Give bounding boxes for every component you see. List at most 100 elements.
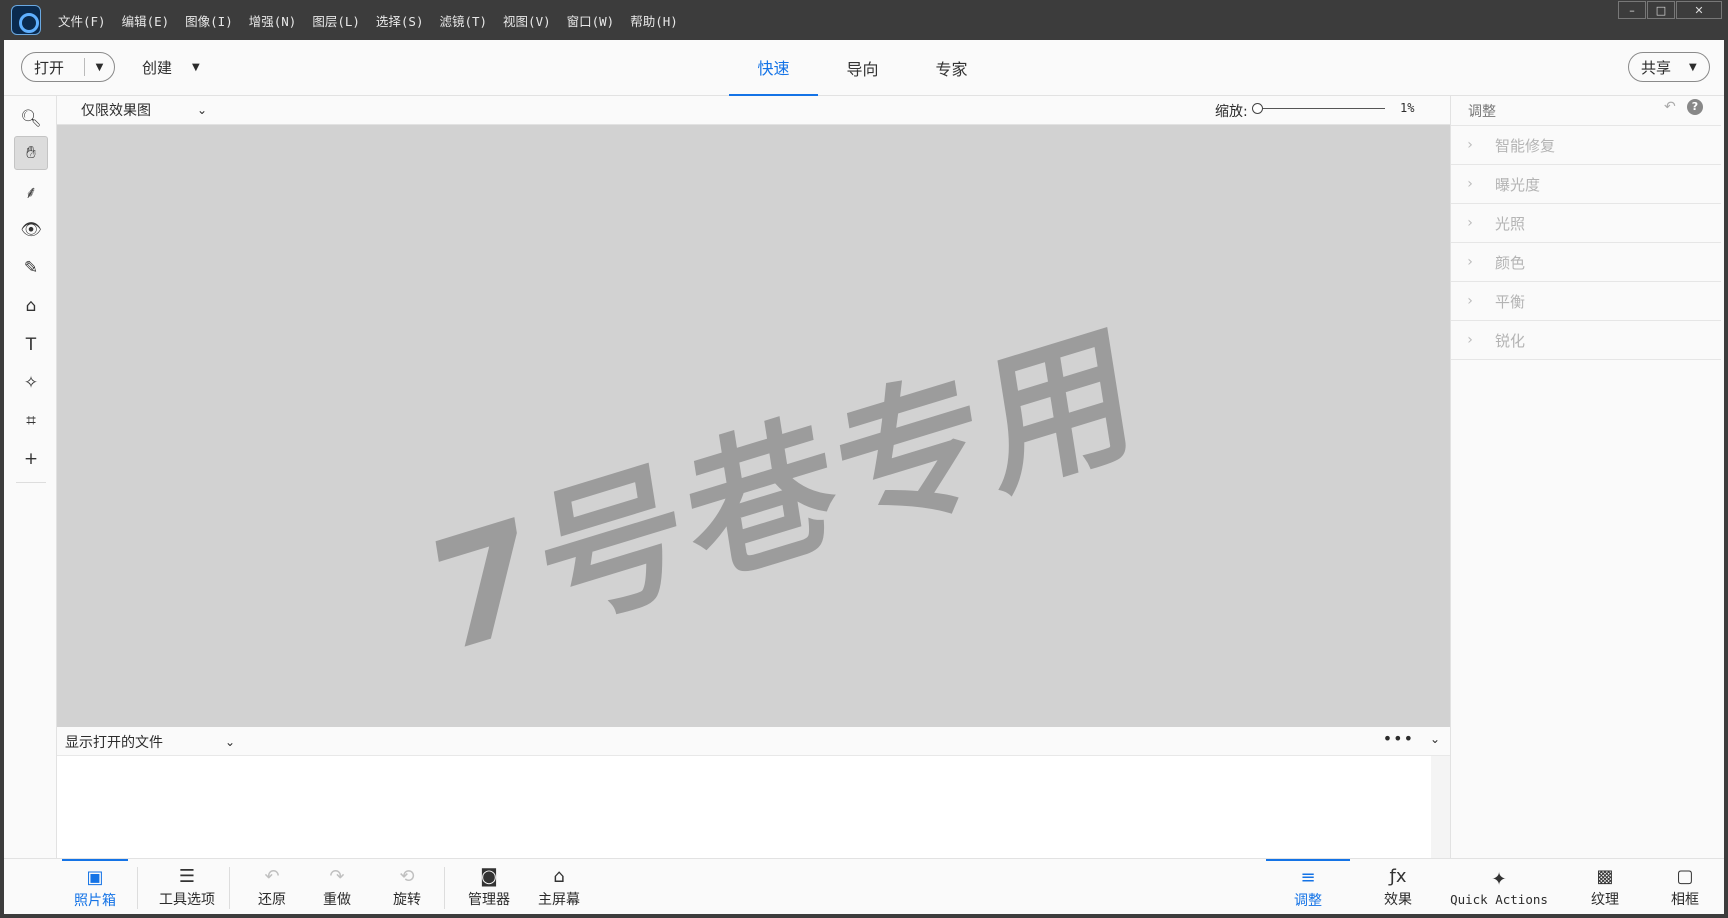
rotate-icon: ⟲ [399, 866, 415, 887]
bin-source-select[interactable]: 显示打开的文件 ⌄ [65, 732, 235, 752]
help-icon[interactable]: ? [1687, 99, 1703, 115]
tab-quick[interactable]: 快速 [729, 40, 818, 96]
rotate-button[interactable]: ⟲ 旋转 [382, 859, 432, 915]
watermark-text: 7号巷专用 [421, 300, 1152, 690]
adjustment-label: 智能修复 [1495, 136, 1556, 155]
app-logo-icon [11, 5, 41, 35]
zoom-slider-handle[interactable] [1252, 103, 1263, 114]
more-options-icon[interactable]: ••• [1383, 729, 1414, 748]
image-canvas[interactable]: 7号巷专用 [57, 125, 1450, 727]
whiten-teeth-tool-icon[interactable]: ✎ [14, 251, 48, 285]
redo-button[interactable]: ↷ 重做 [312, 859, 362, 915]
type-tool-icon[interactable]: T [14, 328, 48, 362]
open-button[interactable]: 打开 ▼ [21, 52, 115, 82]
menu-view[interactable]: 视图(V) [503, 11, 551, 30]
task-label: 旋转 [393, 892, 421, 908]
menu-image[interactable]: 图像(I) [185, 11, 233, 30]
menu-select[interactable]: 选择(S) [376, 11, 424, 30]
menu-help[interactable]: 帮助(H) [630, 11, 678, 30]
red-eye-tool-icon[interactable]: 👁︎ [14, 213, 48, 247]
adjustment-balance[interactable]: › 平衡 [1451, 282, 1721, 321]
chevron-right-icon: › [1467, 215, 1473, 231]
adjustment-lighting[interactable]: › 光照 [1451, 204, 1721, 243]
window-frame-right [1724, 40, 1728, 918]
undo-icon: ↶ [264, 866, 280, 887]
tool-options-button[interactable]: ☰ 工具选项 [147, 859, 227, 915]
task-label: 工具选项 [159, 892, 215, 908]
minimize-button[interactable]: – [1618, 1, 1646, 19]
tab-expert[interactable]: 专家 [907, 40, 996, 96]
adjustment-sharpen[interactable]: › 锐化 [1451, 321, 1721, 360]
maximize-button[interactable]: □ [1647, 1, 1675, 19]
move-tool-icon[interactable]: + [14, 442, 48, 476]
share-label: 共享 [1641, 58, 1672, 77]
close-button[interactable]: ✕ [1676, 1, 1722, 19]
chevron-down-icon[interactable]: ⌄ [197, 103, 207, 117]
organizer-button[interactable]: ◙ 管理器 [459, 859, 519, 915]
chevron-down-icon[interactable]: ⌄ [225, 735, 235, 749]
adjustments-panel: 调整 ↶ ? › 智能修复 › 曝光度 › 光照 › 颜色 › 平衡 › 锐化 [1450, 96, 1724, 858]
task-label: 管理器 [468, 892, 510, 908]
photo-bin-button[interactable]: ▣ 照片箱 [62, 859, 128, 915]
menu-enhance[interactable]: 增强(N) [249, 11, 297, 30]
share-dropdown-icon[interactable]: ▼ [1689, 62, 1697, 73]
spot-healing-tool-icon[interactable]: ⌂ [14, 289, 48, 323]
organizer-icon: ◙ [480, 866, 498, 887]
adjustment-label: 颜色 [1495, 253, 1526, 272]
zoom-value: 1% [1400, 101, 1415, 115]
share-button[interactable]: 共享 ▼ [1628, 52, 1710, 82]
view-options-bar: 仅限效果图 ⌄ 缩放: 1% [57, 96, 1450, 125]
smart-brush-tool-icon[interactable]: ✧ [14, 366, 48, 400]
view-select-label: 仅限效果图 [81, 103, 151, 119]
top-toolbar: 打开 ▼ 创建 ▼ 快速 导向 专家 共享 ▼ [4, 40, 1724, 96]
taskbar-divider [137, 867, 138, 909]
reset-icon[interactable]: ↶ [1664, 99, 1676, 115]
undo-button[interactable]: ↶ 还原 [247, 859, 297, 915]
taskbar-divider [444, 867, 445, 909]
quick-actions-button[interactable]: ✦ Quick Actions [1444, 859, 1554, 915]
create-dropdown-icon[interactable]: ▼ [192, 62, 200, 73]
adjustment-label: 锐化 [1495, 331, 1526, 350]
task-label: 调整 [1294, 893, 1322, 909]
menu-layer[interactable]: 图层(L) [312, 11, 360, 30]
crop-tool-icon[interactable]: ⌗ [14, 404, 48, 438]
view-select[interactable]: 仅限效果图 ⌄ [81, 100, 207, 120]
textures-button[interactable]: ▩ 纹理 [1574, 859, 1636, 915]
adjustments-button[interactable]: ≡ 调整 [1266, 859, 1350, 915]
menu-edit[interactable]: 编辑(E) [122, 11, 170, 30]
adjustment-smart-fix[interactable]: › 智能修复 [1451, 126, 1721, 165]
effects-button[interactable]: ƒx 效果 [1366, 859, 1430, 915]
create-button[interactable]: 创建 ▼ [142, 52, 200, 82]
task-label: 主屏幕 [538, 892, 580, 908]
open-dropdown-icon[interactable]: ▼ [85, 62, 114, 73]
task-label: 照片箱 [74, 893, 116, 909]
open-label: 打开 [34, 58, 65, 77]
adjustment-label: 光照 [1495, 214, 1526, 233]
zoom-tool-icon[interactable]: 🔍︎ [14, 102, 48, 136]
chevron-right-icon: › [1467, 293, 1473, 309]
zoom-slider-track[interactable] [1257, 108, 1385, 109]
photo-bin-area[interactable] [57, 756, 1450, 858]
redo-icon: ↷ [329, 866, 345, 887]
task-label: 还原 [258, 892, 286, 908]
tab-guided[interactable]: 导向 [818, 40, 907, 96]
adjustment-color[interactable]: › 颜色 [1451, 243, 1721, 282]
menu-window[interactable]: 窗口(W) [567, 11, 615, 30]
textures-icon: ▩ [1596, 866, 1614, 887]
chevron-right-icon: › [1467, 332, 1473, 348]
photo-bin-icon: ▣ [86, 867, 104, 888]
hand-tool-icon[interactable]: ✋︎ [14, 136, 48, 170]
frames-button[interactable]: ▢ 相框 [1654, 859, 1716, 915]
adjustment-exposure[interactable]: › 曝光度 [1451, 165, 1721, 204]
taskbar-divider [229, 867, 230, 909]
tool-options-icon: ☰ [178, 866, 196, 887]
menu-file[interactable]: 文件(F) [58, 11, 106, 30]
effects-icon: ƒx [1389, 866, 1407, 887]
collapse-chevron-icon[interactable]: ⌄ [1430, 732, 1440, 746]
photo-bin-scrollbar[interactable] [1431, 756, 1450, 858]
quick-selection-tool-icon[interactable]: ⸙ [14, 174, 48, 208]
chevron-right-icon: › [1467, 176, 1473, 192]
menu-filter[interactable]: 滤镜(T) [439, 11, 487, 30]
task-label: 纹理 [1591, 892, 1619, 908]
home-screen-button[interactable]: ⌂ 主屏幕 [529, 859, 589, 915]
